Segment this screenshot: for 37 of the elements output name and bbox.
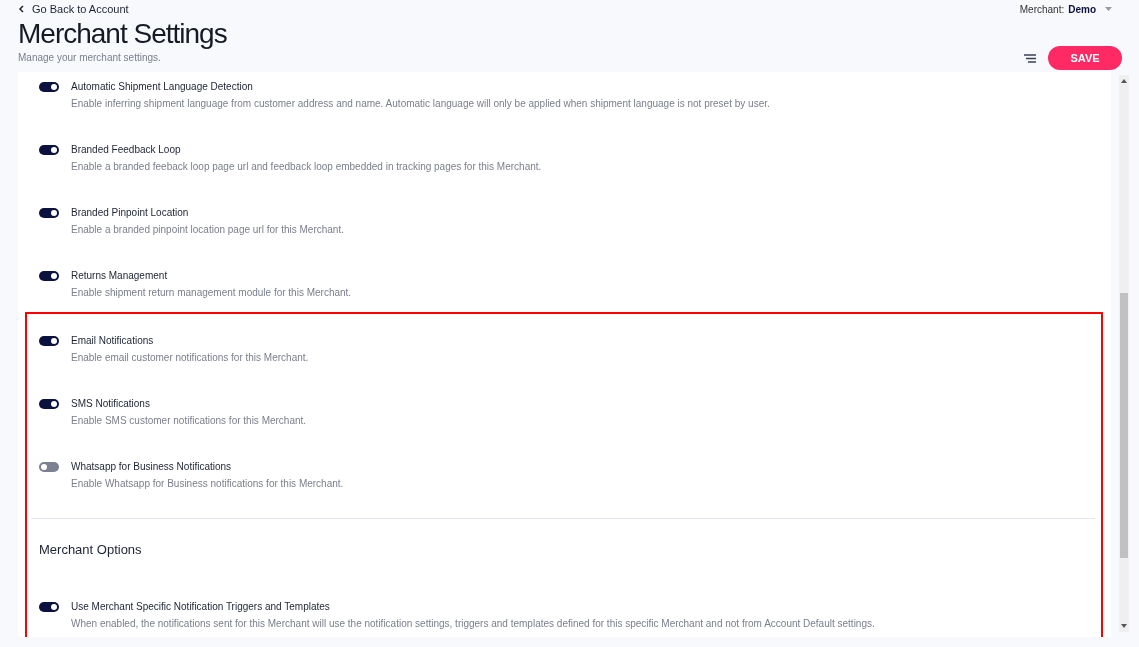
setting-description: Enable shipment return management module for this Merchant. — [71, 286, 352, 300]
toggle-switch[interactable] — [39, 462, 59, 472]
toggle-switch[interactable] — [39, 336, 59, 346]
setting-description: Enable email customer notifications for this Merchant. — [71, 351, 309, 365]
merchant-label: Merchant: — [1019, 3, 1065, 15]
scrollbar[interactable] — [1119, 75, 1129, 632]
scroll-down-icon[interactable] — [1121, 624, 1127, 628]
toggle-switch[interactable] — [39, 145, 59, 155]
section-heading: Merchant Options — [31, 518, 1095, 595]
setting-title: Branded Pinpoint Location — [71, 206, 190, 220]
toggle-switch[interactable] — [39, 208, 59, 218]
save-button[interactable]: SAVE — [1048, 46, 1122, 70]
setting-description: Enable a branded pinpoint location page url for this Merchant. — [71, 223, 344, 237]
toggle-switch[interactable] — [39, 399, 59, 409]
setting-title: Email Notifications — [71, 334, 155, 348]
menu-icon[interactable] — [1024, 53, 1036, 63]
toggle-switch[interactable] — [39, 82, 59, 92]
setting-description: When enabled, the notifications sent for this Merchant will use the notification settings, triggers and templates defined for this specific Merchant and not from Account Default settings. — [71, 617, 875, 631]
setting-description: Enable a branded feeback loop page url and feedback loop embedded in tracking pages for this Merchant. — [71, 160, 542, 174]
setting-title: Use Merchant Specific Notification Triggers and Templates — [71, 600, 331, 614]
toggle-switch[interactable] — [39, 271, 59, 281]
setting-description: Enable Whatsapp for Business notifications for this Merchant. — [71, 477, 344, 491]
toggle-switch[interactable] — [39, 602, 59, 612]
caret-icon[interactable] — [1105, 7, 1112, 11]
setting-description: Enable SMS customer notifications for this Merchant. — [71, 414, 307, 428]
page-subtitle: Manage your merchant settings. — [18, 52, 162, 63]
merchant-selector[interactable]: Demo — [1068, 3, 1096, 15]
page-title: Merchant Settings — [18, 18, 227, 50]
setting-title: Returns Management — [71, 269, 169, 283]
setting-description: Enable inferring shipment language from customer address and name. Automatic language will only be applied when shipment language is not preset by user. — [71, 97, 770, 111]
chevron-left-icon — [18, 5, 24, 13]
back-link[interactable]: Go Back to Account — [18, 3, 227, 15]
scroll-up-icon[interactable] — [1121, 79, 1127, 83]
setting-title: Automatic Shipment Language Detection — [71, 80, 254, 94]
setting-title: SMS Notifications — [71, 397, 151, 411]
setting-title: Whatsapp for Business Notifications — [71, 460, 233, 474]
setting-title: Branded Feedback Loop — [71, 143, 182, 157]
